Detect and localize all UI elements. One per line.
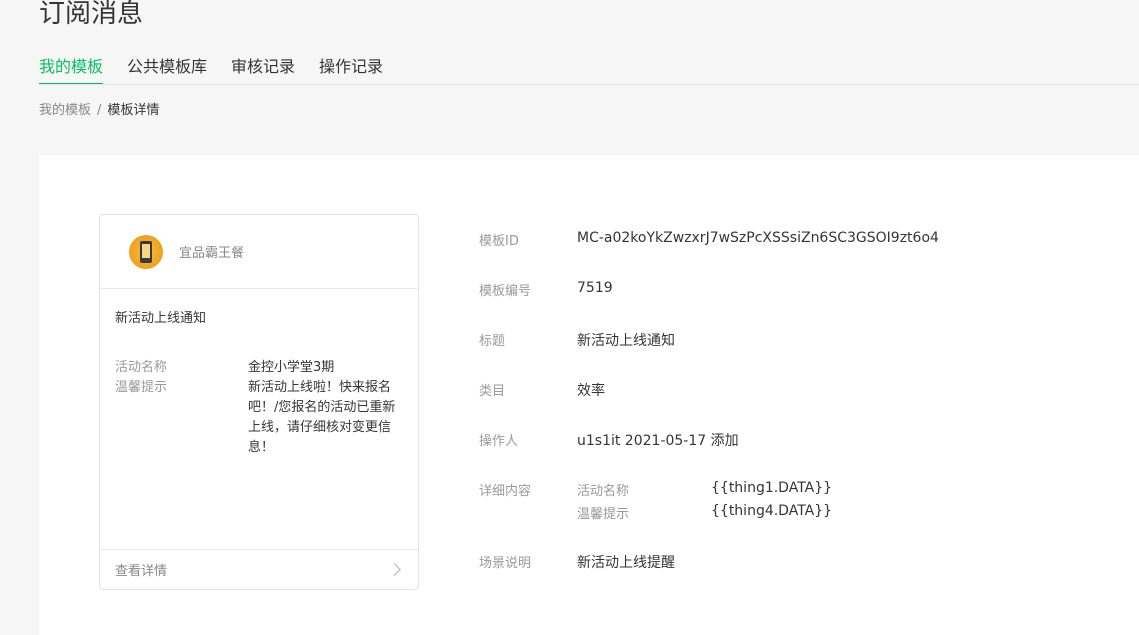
preview-field-value: 新活动上线啦！快来报名吧！/您报名的活动已重新上线，请仔细核对变更信息！: [248, 380, 396, 455]
preview-field-value: 金控小学堂3期: [248, 360, 335, 375]
tab-public-library[interactable]: 公共模板库: [127, 56, 207, 85]
template-no-label: 模板编号: [479, 284, 532, 299]
preview-fields: 活动名称 金控小学堂3期 温馨提示 新活动上线啦！快来报名吧！/您报名的活动已重…: [115, 358, 405, 458]
tab-my-templates[interactable]: 我的模板: [39, 56, 104, 85]
template-id-label: 模板ID: [479, 234, 519, 249]
tab-review-records[interactable]: 审核记录: [231, 56, 295, 85]
category-value: 效率: [577, 383, 605, 399]
content-field-key: 温馨提示: [577, 507, 630, 522]
message-preview-card: 宜品霸王餐 新活动上线通知 活动名称 金控小学堂3期 温馨提示 新活动上线啦！快…: [99, 214, 419, 590]
preview-title: 新活动上线通知: [115, 311, 207, 326]
detail-panel: 宜品霸王餐 新活动上线通知 活动名称 金控小学堂3期 温馨提示 新活动上线啦！快…: [39, 155, 1139, 635]
category-label: 类目: [479, 384, 506, 399]
tab-bar: 我的模板 公共模板库 审核记录 操作记录: [39, 56, 383, 85]
breadcrumb-parent[interactable]: 我的模板: [39, 102, 91, 120]
info-row-scene: 场景说明 新活动上线提醒: [479, 552, 675, 572]
title-value: 新活动上线通知: [577, 333, 675, 349]
info-row-template-no: 模板编号 7519: [479, 280, 613, 299]
content-fields: 活动名称 {{thing1.DATA}} 温馨提示 {{thing4.DATA}…: [577, 480, 832, 522]
content-field-value: {{thing4.DATA}}: [711, 503, 833, 519]
view-details-link[interactable]: 查看详情: [100, 549, 418, 589]
breadcrumb-separator: /: [97, 103, 102, 118]
content-field-key: 活动名称: [577, 484, 630, 499]
page-title: 订阅消息: [39, 0, 144, 29]
view-details-label: 查看详情: [115, 564, 168, 579]
breadcrumb-current: 模板详情: [107, 103, 160, 118]
operator-value: u1s1it 2021-05-17 添加: [577, 433, 739, 449]
breadcrumb: 我的模板 / 模板详情: [39, 102, 159, 120]
info-row-content: 详细内容 活动名称 {{thing1.DATA}} 温馨提示 {{thing4.…: [479, 480, 832, 522]
info-row-template-id: 模板ID MC-a02koYkZwzxrJ7wSzPcXSSsiZn6SC3GS…: [479, 230, 939, 249]
brand-name: 宜品霸王餐: [179, 246, 245, 261]
content-field-value: {{thing1.DATA}}: [711, 480, 833, 496]
title-label: 标题: [479, 334, 506, 349]
template-no-value: 7519: [577, 280, 613, 296]
scene-value: 新活动上线提醒: [577, 555, 675, 571]
scene-label: 场景说明: [479, 556, 532, 571]
preview-field-key: 活动名称: [115, 360, 168, 375]
template-id-value: MC-a02koYkZwzxrJ7wSzPcXSSsiZn6SC3GSOI9zt…: [577, 230, 939, 246]
info-row-operator: 操作人 u1s1it 2021-05-17 添加: [479, 430, 739, 450]
brand-avatar: [129, 234, 163, 269]
tab-operation-records[interactable]: 操作记录: [319, 56, 383, 85]
preview-field-row: 活动名称 金控小学堂3期: [115, 358, 405, 378]
chevron-right-icon: [388, 563, 401, 576]
info-row-title: 标题 新活动上线通知: [479, 330, 675, 350]
content-label: 详细内容: [479, 484, 532, 499]
preview-field-key: 温馨提示: [115, 380, 168, 395]
operator-label: 操作人: [479, 434, 519, 449]
preview-header: 宜品霸王餐: [100, 215, 418, 289]
preview-field-row: 温馨提示 新活动上线啦！快来报名吧！/您报名的活动已重新上线，请仔细核对变更信息…: [115, 378, 405, 458]
info-row-category: 类目 效率: [479, 380, 605, 400]
tab-divider: [39, 84, 1139, 85]
